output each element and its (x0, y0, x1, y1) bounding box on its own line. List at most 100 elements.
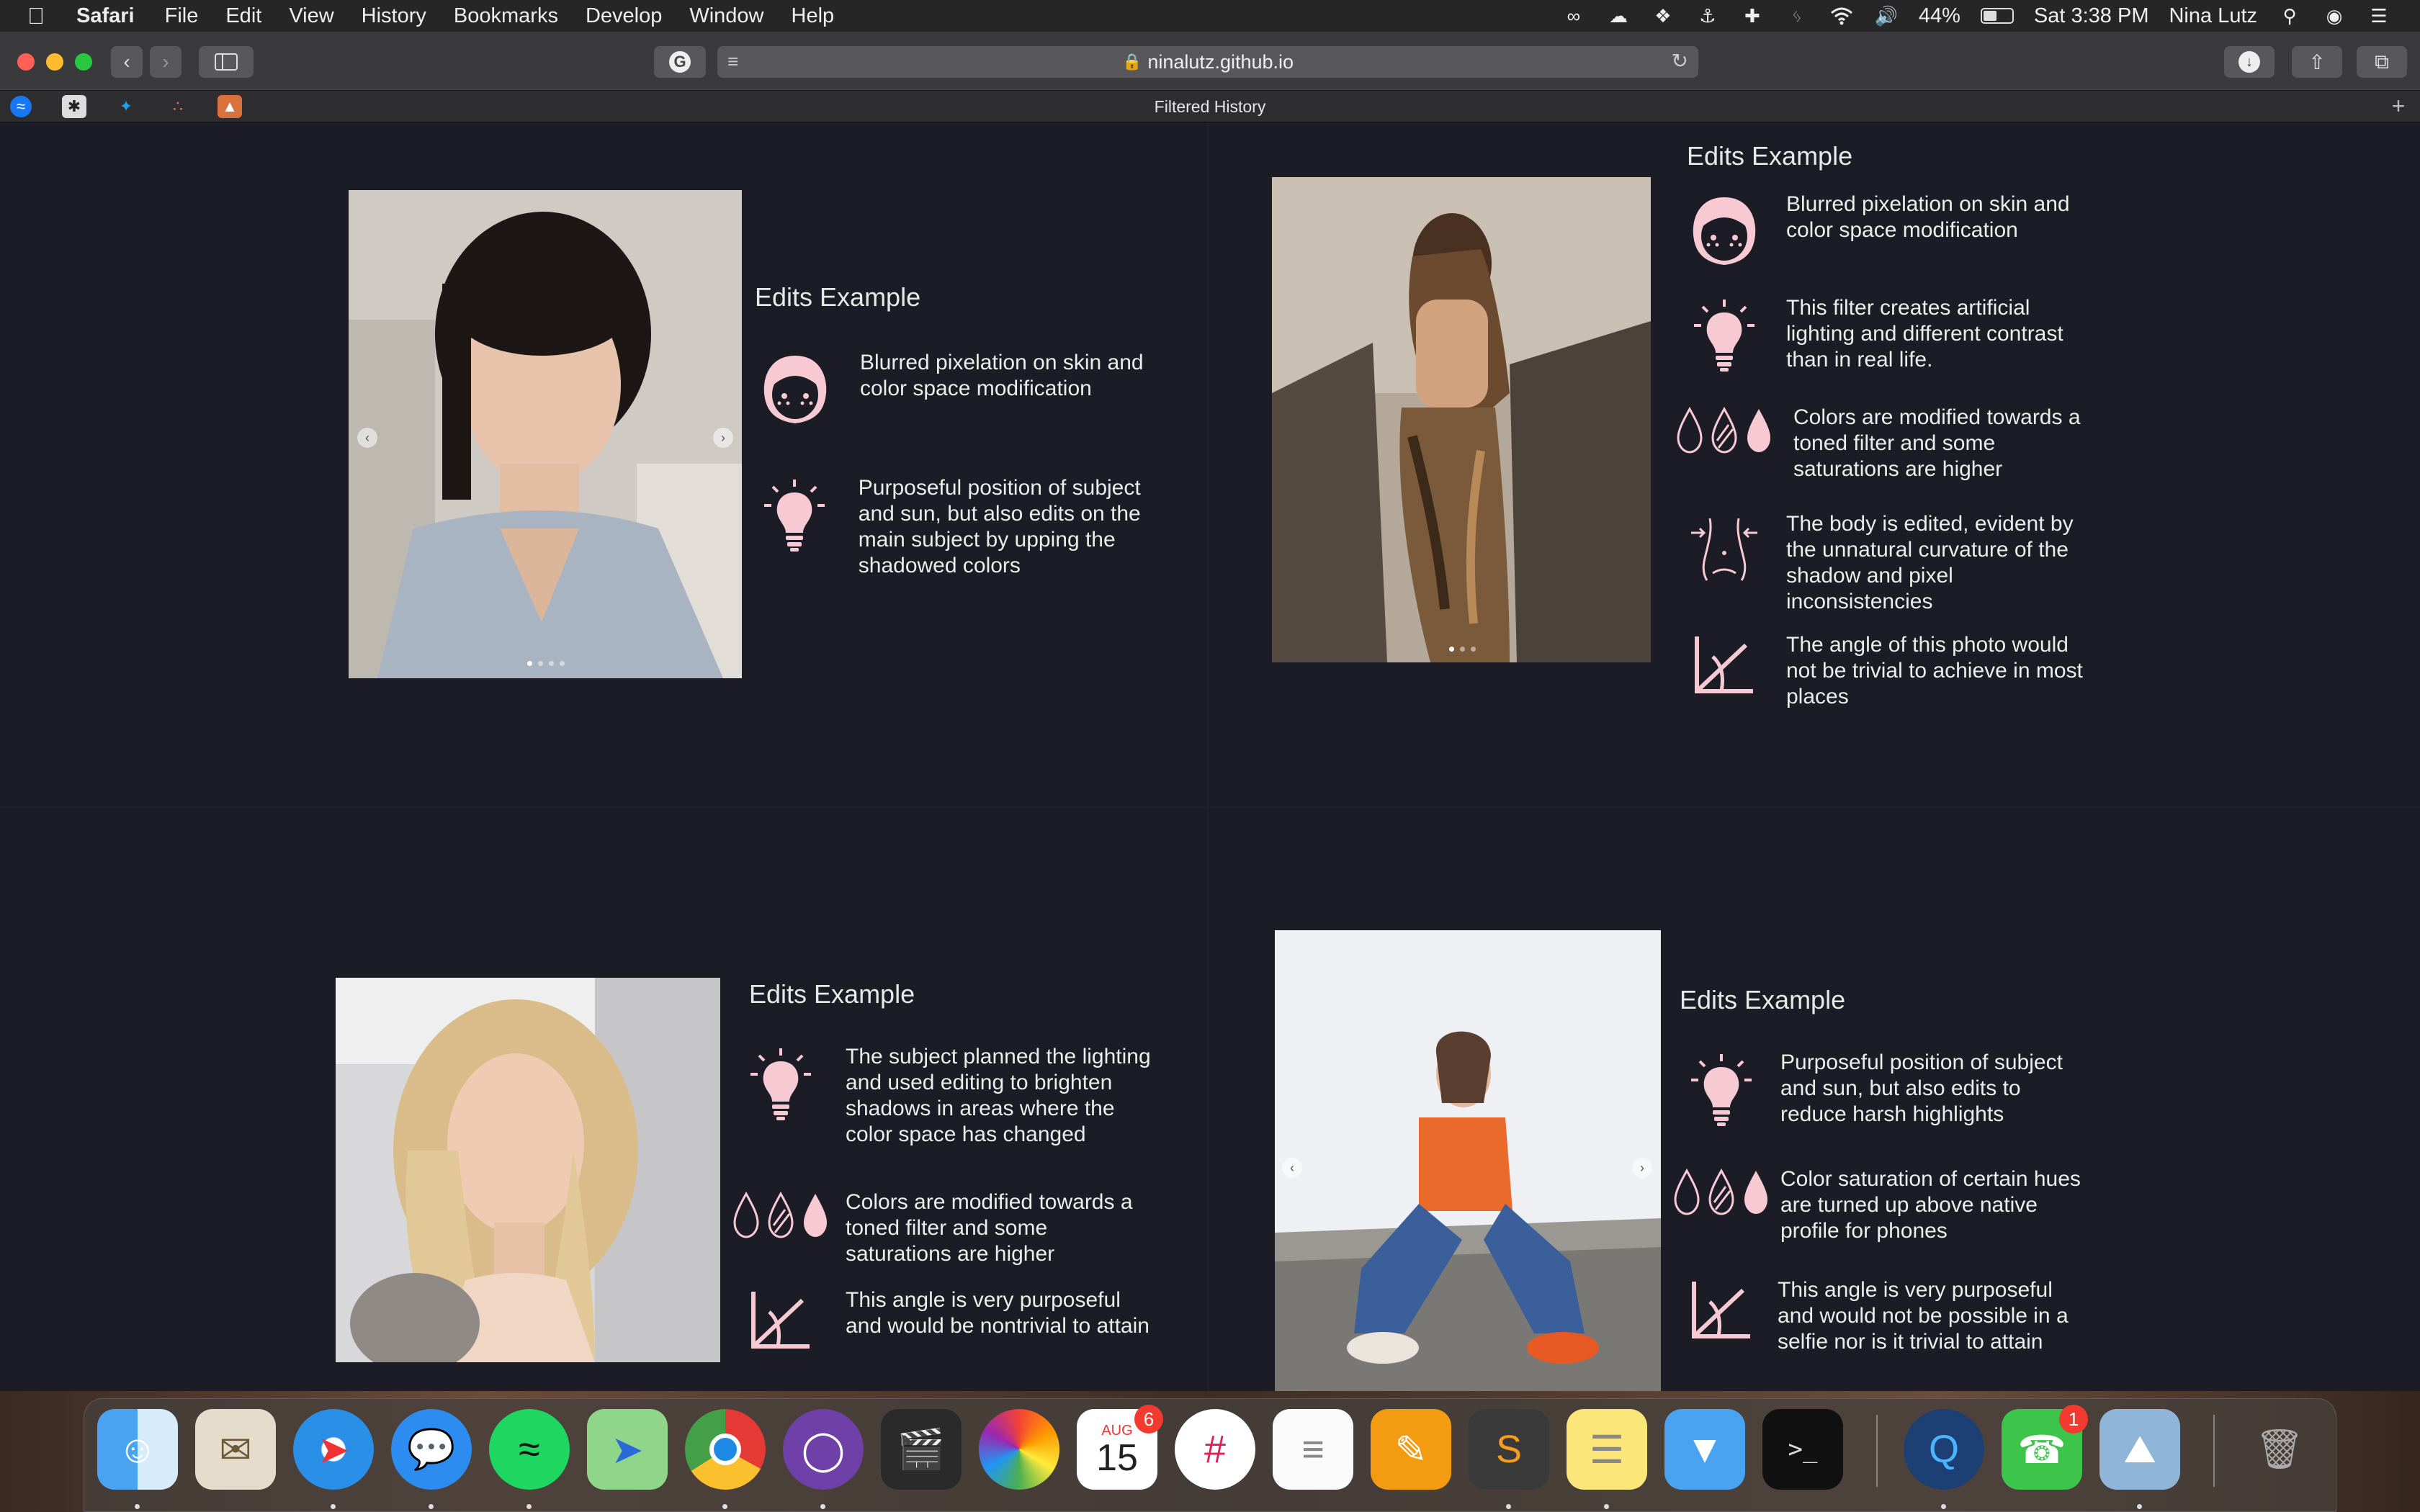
bluetooth-icon[interactable]: ᛃ (1785, 5, 1809, 27)
menu-help[interactable]: Help (792, 4, 835, 28)
browser-toolbar: ‹ › G ≡ 🔒 ninalutz.github.io ↻ ↓ ⇧ ⧉ (0, 32, 2420, 91)
terminal-icon[interactable]: >_ (1762, 1409, 1843, 1490)
new-tab-button[interactable]: + (2384, 94, 2413, 120)
edit-item: This filter creates artificial lighting … (1681, 295, 2099, 374)
carousel-next-button[interactable]: › (713, 428, 733, 448)
spotlight-search-icon[interactable]: ⚲ (2277, 5, 2302, 27)
chrome-icon[interactable] (685, 1409, 766, 1490)
edit-item: Blurred pixelation on skin and color spa… (1681, 192, 2099, 271)
menu-edit[interactable]: Edit (225, 4, 261, 28)
downloads-button[interactable]: ↓ (2224, 46, 2275, 78)
forward-button[interactable]: › (150, 46, 182, 78)
apple-menu-icon[interactable]:  (27, 3, 45, 30)
carousel-dots[interactable] (1449, 647, 1476, 652)
slack-icon[interactable]: # (1175, 1409, 1255, 1490)
show-tabs-button[interactable]: ⧉ (2357, 46, 2407, 78)
messages-icon[interactable]: 💬 (391, 1409, 472, 1490)
reminders-icon[interactable]: ≡ (1273, 1409, 1353, 1490)
edit-item: Purposeful position of subject and sun, … (1678, 1050, 2110, 1129)
drops-icon (1671, 1166, 1772, 1217)
grammarly-extension-button[interactable]: G (654, 46, 706, 78)
panel-title: Edits Example (1687, 141, 1853, 171)
battery-icon[interactable] (1980, 8, 2014, 24)
edit-description: Purposeful position of subject and sun, … (1780, 1050, 2063, 1126)
edit-description: Color saturation of certain hues are tur… (1780, 1167, 2081, 1243)
share-button[interactable]: ⇧ (2292, 46, 2342, 78)
asana-favicon[interactable]: ∴ (166, 95, 190, 118)
finder-icon[interactable]: ☺ (97, 1409, 178, 1490)
mail-icon[interactable]: ✉ (195, 1409, 276, 1490)
safari-icon[interactable]: ➤ (293, 1409, 374, 1490)
calendar-icon[interactable]: AUG 15 6 (1077, 1405, 1163, 1490)
lightbulb-icon (752, 475, 837, 554)
menu-develop[interactable]: Develop (586, 4, 662, 28)
calendar-badge: 6 (1134, 1405, 1163, 1434)
messenger-favicon[interactable]: ≈ (10, 96, 32, 117)
siri-icon[interactable]: ◉ (2322, 5, 2347, 27)
close-window-button[interactable] (17, 53, 35, 71)
photo-carousel[interactable]: ‹ › (349, 190, 742, 678)
carousel-dots[interactable] (527, 661, 565, 666)
sidebar-toggle-button[interactable] (199, 46, 254, 78)
spotify-icon[interactable]: ≈ (489, 1409, 570, 1490)
carousel-prev-button[interactable]: ‹ (357, 428, 377, 448)
carousel-prev-button[interactable]: ‹ (1282, 1158, 1302, 1178)
running-indicator (1604, 1504, 1609, 1509)
edit-item: Purposeful position of subject and sun, … (752, 475, 1155, 579)
dropbox-icon[interactable]: ❖ (1651, 5, 1675, 27)
sublime-text-icon[interactable]: S (1469, 1409, 1549, 1490)
facetime-icon[interactable]: ☎ 1 (2002, 1405, 2088, 1490)
address-bar[interactable]: ≡ 🔒 ninalutz.github.io ↻ (717, 46, 1698, 78)
menubar-user[interactable]: Nina Lutz (2169, 4, 2257, 28)
running-indicator (1941, 1504, 1946, 1509)
share-icon: ⇧ (2308, 50, 2326, 73)
photos-icon[interactable] (979, 1409, 1059, 1490)
preview-icon[interactable]: ⛰ (2099, 1409, 2180, 1490)
bookmark-favicon[interactable]: ✱ (62, 95, 86, 118)
photo-carousel[interactable] (336, 978, 720, 1362)
reload-icon[interactable]: ↻ (1672, 49, 1688, 73)
edit-description: The angle of this photo would not be tri… (1786, 633, 2083, 708)
battery-percent: 44% (1918, 4, 1960, 27)
wifi-icon[interactable] (1829, 6, 1854, 26)
minimize-window-button[interactable] (46, 53, 63, 71)
zoom-window-button[interactable] (75, 53, 92, 71)
dock: ☺ ✉ ➤ 💬 ≈ ➤ ◯ 🎬 AUG 15 6 # ≡ ✎ S ☰ ▼ >_ … (84, 1398, 2336, 1512)
body-icon (1681, 511, 1767, 583)
menu-app-name[interactable]: Safari (76, 4, 135, 28)
back-button[interactable]: ‹ (111, 46, 143, 78)
photo-carousel[interactable]: ‹ › (1275, 930, 1661, 1391)
cloud-upload-icon[interactable]: ☁ (1606, 5, 1631, 27)
calendar-day: 15 (1096, 1436, 1138, 1479)
panel-title: Edits Example (755, 282, 921, 312)
menubar-clock[interactable]: Sat 3:38 PM (2034, 4, 2149, 28)
pages-icon[interactable]: ✎ (1371, 1409, 1451, 1490)
quicktime-icon[interactable]: Q (1904, 1409, 1984, 1490)
reader-mode-icon[interactable]: ≡ (727, 50, 738, 73)
menu-file[interactable]: File (165, 4, 199, 28)
notes-icon[interactable]: ☰ (1567, 1409, 1647, 1490)
running-indicator (429, 1504, 434, 1509)
tabs-overview-icon: ⧉ (2375, 50, 2389, 73)
creative-cloud-icon[interactable]: ∞ (1561, 5, 1586, 27)
keynote-icon[interactable]: ▼ (1664, 1409, 1745, 1490)
github-desktop-icon[interactable]: ◯ (783, 1409, 864, 1490)
final-cut-pro-icon[interactable]: 🎬 (881, 1409, 962, 1490)
menu-bookmarks[interactable]: Bookmarks (454, 4, 558, 28)
bookmark-app-favicon[interactable]: ▲ (218, 95, 242, 118)
running-indicator (820, 1504, 825, 1509)
maps-icon[interactable]: ➤ (587, 1409, 668, 1490)
docker-icon[interactable]: ⚓ (1695, 5, 1720, 27)
twitter-favicon[interactable]: ✦ (114, 95, 138, 118)
menu-history[interactable]: History (362, 4, 426, 28)
carousel-next-button[interactable]: › (1632, 1158, 1652, 1178)
menu-window[interactable]: Window (689, 4, 763, 28)
trash-icon[interactable]: 🗑 (2239, 1409, 2320, 1490)
menu-view[interactable]: View (289, 4, 333, 28)
notification-center-icon[interactable]: ☰ (2367, 5, 2391, 27)
volume-icon[interactable]: 🔊 (1874, 5, 1899, 27)
plus-app-icon[interactable]: ✚ (1740, 5, 1765, 27)
photo-carousel[interactable] (1272, 177, 1651, 662)
active-tab-title[interactable]: Filtered History (0, 91, 2420, 122)
lightbulb-icon (1678, 1050, 1765, 1129)
